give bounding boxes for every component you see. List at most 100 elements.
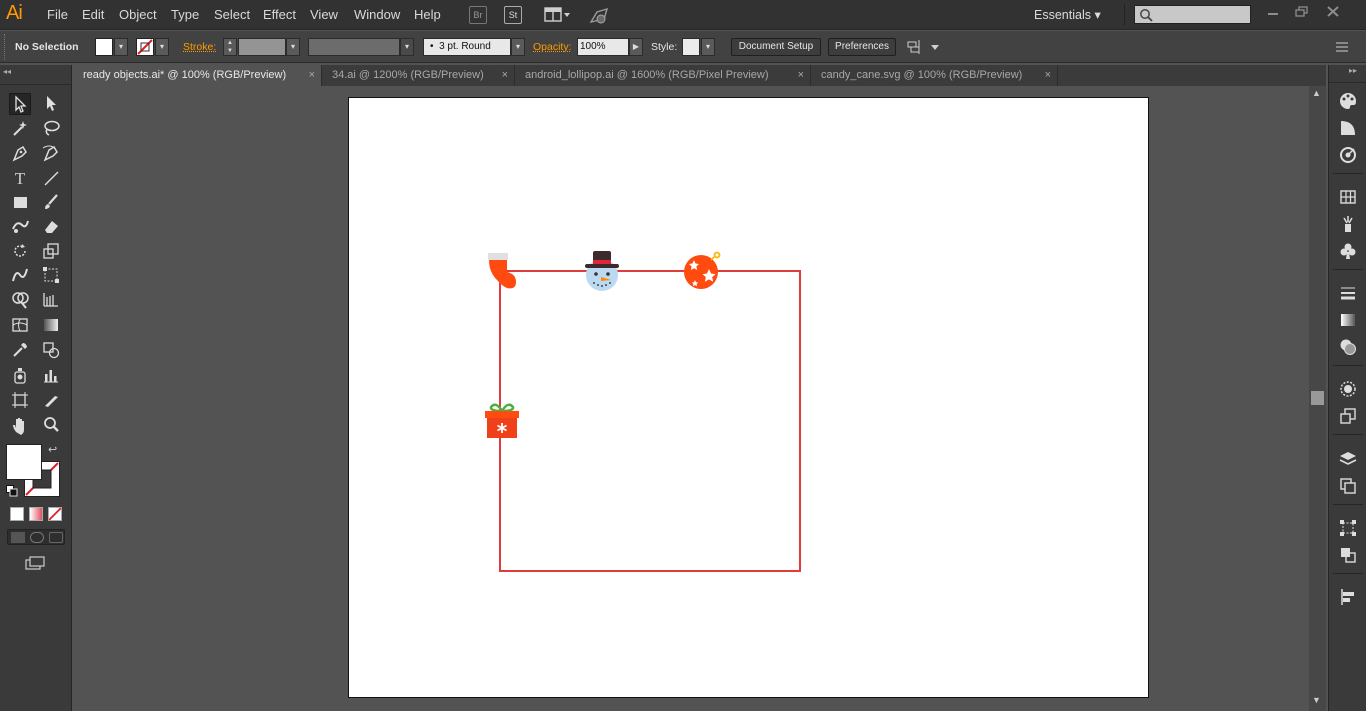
- artboards-panel-button[interactable]: [1338, 476, 1358, 496]
- color-mode-button[interactable]: [10, 507, 24, 521]
- workspace-switcher[interactable]: Essentials ▾: [1034, 7, 1101, 22]
- color-guide-panel-button[interactable]: [1338, 118, 1358, 138]
- align-panel-button[interactable]: [1338, 587, 1358, 607]
- gift-object[interactable]: [484, 403, 520, 439]
- opacity-input[interactable]: 100%: [577, 38, 629, 56]
- stroke-panel-button[interactable]: [1338, 283, 1358, 303]
- fill-dropdown[interactable]: ▾: [114, 38, 128, 56]
- transparency-panel-button[interactable]: [1338, 337, 1358, 357]
- symbol-sprayer-tool[interactable]: [9, 365, 31, 387]
- vertical-scrollbar[interactable]: ▲ ▼: [1309, 86, 1326, 711]
- menu-view[interactable]: View: [310, 7, 338, 22]
- eraser-tool[interactable]: [40, 216, 62, 238]
- pen-tool[interactable]: [9, 143, 31, 165]
- opacity-slider-toggle[interactable]: ▶: [629, 38, 643, 56]
- gradient-panel-button[interactable]: [1338, 310, 1358, 330]
- stocking-object[interactable]: [486, 252, 518, 290]
- restore-button[interactable]: [1291, 4, 1313, 19]
- search-input[interactable]: [1134, 5, 1251, 24]
- column-graph-tool[interactable]: [40, 365, 62, 387]
- fill-color-box[interactable]: [6, 444, 42, 480]
- layers-panel-button[interactable]: [1338, 449, 1358, 469]
- menu-edit[interactable]: Edit: [82, 7, 104, 22]
- arrange-options-button[interactable]: [907, 39, 943, 55]
- change-screen-mode-button[interactable]: [24, 555, 46, 571]
- menu-object[interactable]: Object: [119, 7, 157, 22]
- direct-selection-tool[interactable]: [40, 93, 62, 115]
- mesh-tool[interactable]: [9, 315, 31, 337]
- warp-tool[interactable]: [9, 265, 31, 287]
- opacity-label[interactable]: Opacity:: [533, 41, 572, 53]
- shape-builder-tool[interactable]: [9, 289, 31, 311]
- variable-width-profile[interactable]: [308, 38, 400, 56]
- gradient-mode-button[interactable]: [29, 507, 43, 521]
- type-tool[interactable]: T: [9, 168, 31, 190]
- expand-panels-icon[interactable]: ▸▸: [1349, 66, 1357, 75]
- scroll-thumb[interactable]: [1311, 391, 1324, 405]
- swap-fill-stroke-icon[interactable]: ↩: [48, 443, 62, 455]
- rotate-tool[interactable]: [9, 241, 31, 263]
- stroke-weight-input[interactable]: [238, 38, 286, 56]
- stroke-swatch[interactable]: [136, 38, 154, 56]
- menu-window[interactable]: Window: [354, 7, 400, 22]
- menu-effect[interactable]: Effect: [263, 7, 296, 22]
- draw-normal-button[interactable]: [11, 532, 25, 543]
- default-colors-icon[interactable]: [6, 485, 18, 497]
- appearance-panel-button[interactable]: [1338, 379, 1358, 399]
- symbols-panel-button[interactable]: [1338, 241, 1358, 261]
- scroll-up-arrow[interactable]: ▲: [1312, 88, 1321, 98]
- red-frame-path[interactable]: [499, 270, 801, 572]
- stroke-weight-dropdown[interactable]: ▾: [286, 38, 300, 56]
- menu-select[interactable]: Select: [214, 7, 250, 22]
- menu-type[interactable]: Type: [171, 7, 199, 22]
- hand-tool[interactable]: [9, 415, 31, 437]
- transform-panel-button[interactable]: [1338, 518, 1358, 538]
- slice-tool[interactable]: [40, 390, 62, 412]
- document-setup-button[interactable]: Document Setup: [731, 38, 821, 56]
- scale-tool[interactable]: [40, 241, 62, 263]
- shaper-tool[interactable]: [9, 216, 31, 238]
- swatches-panel-button[interactable]: [1338, 187, 1358, 207]
- panel-grip[interactable]: [4, 34, 7, 60]
- zoom-tool[interactable]: [40, 415, 62, 437]
- artboard-tool[interactable]: [9, 390, 31, 412]
- minimize-button[interactable]: [1262, 4, 1284, 19]
- blend-tool[interactable]: [40, 340, 62, 362]
- tab-ready-objects[interactable]: ready objects.ai* @ 100% (RGB/Preview) ×: [74, 65, 322, 86]
- close-icon[interactable]: ×: [1045, 65, 1051, 85]
- close-icon[interactable]: ×: [798, 65, 804, 85]
- stroke-weight-stepper[interactable]: ▲ ▼: [223, 38, 237, 56]
- brush-dropdown[interactable]: ▾: [511, 38, 525, 56]
- close-icon[interactable]: ×: [309, 65, 315, 85]
- tab-34[interactable]: 34.ai @ 1200% (RGB/Preview) ×: [323, 65, 515, 86]
- gradient-tool[interactable]: [40, 315, 62, 337]
- draw-inside-button[interactable]: [49, 532, 63, 543]
- rectangle-tool[interactable]: [9, 192, 31, 214]
- none-mode-button[interactable]: [48, 507, 62, 521]
- graphic-styles-panel-button[interactable]: [1338, 406, 1358, 426]
- graphic-style-dropdown[interactable]: ▾: [701, 38, 715, 56]
- brush-definition[interactable]: • 3 pt. Round: [423, 38, 511, 56]
- fill-swatch[interactable]: [95, 38, 113, 56]
- scroll-down-arrow[interactable]: ▼: [1312, 695, 1321, 705]
- panel-menu-button[interactable]: [1334, 40, 1350, 54]
- stroke-dropdown[interactable]: ▾: [155, 38, 169, 56]
- preferences-button[interactable]: Preferences: [828, 38, 896, 56]
- tab-android-lollipop[interactable]: android_lollipop.ai @ 1600% (RGB/Pixel P…: [516, 65, 811, 86]
- perspective-grid-tool[interactable]: [40, 289, 62, 311]
- menu-file[interactable]: File: [47, 7, 68, 22]
- collapse-icon[interactable]: ◂◂: [3, 67, 11, 76]
- gpu-performance-button[interactable]: [588, 6, 610, 26]
- stroke-label[interactable]: Stroke:: [183, 41, 216, 53]
- variable-width-dropdown[interactable]: ▾: [400, 38, 414, 56]
- draw-behind-button[interactable]: [30, 532, 44, 543]
- brushes-panel-button[interactable]: [1338, 214, 1358, 234]
- recolor-panel-button[interactable]: [1338, 145, 1358, 165]
- selection-tool[interactable]: [9, 93, 31, 115]
- close-icon[interactable]: ×: [502, 65, 508, 85]
- snowman-object[interactable]: [583, 250, 621, 292]
- line-segment-tool[interactable]: [40, 168, 62, 190]
- ornament-object[interactable]: [681, 250, 723, 292]
- close-window-button[interactable]: [1322, 4, 1344, 19]
- color-panel-button[interactable]: [1338, 91, 1358, 111]
